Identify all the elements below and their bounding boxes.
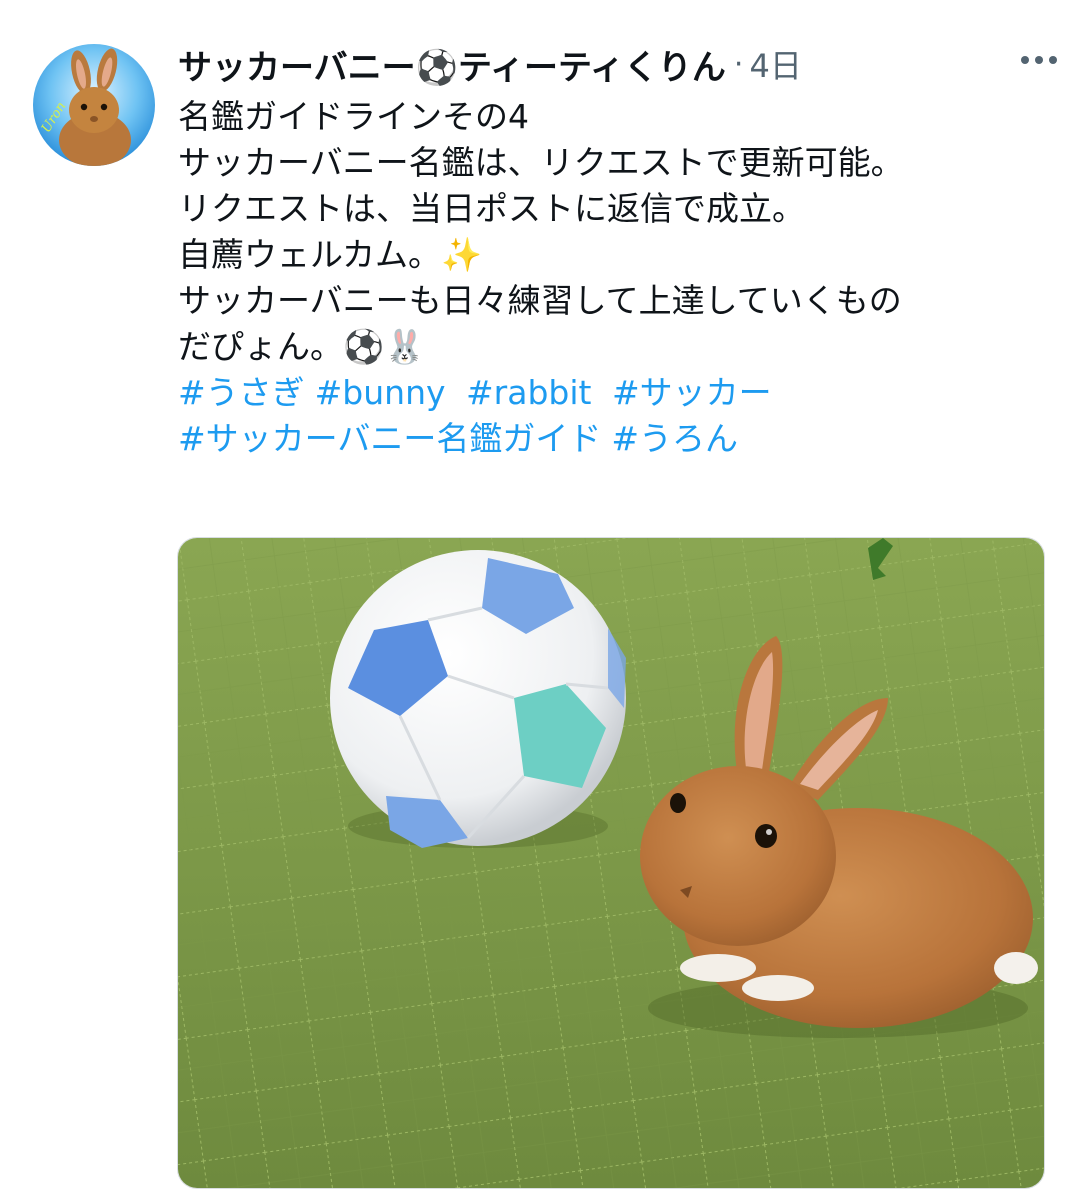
tweet-photo[interactable] xyxy=(177,537,1045,1189)
tweet-line: サッカーバニー名鑑は、リクエストで更新可能。 xyxy=(178,143,904,182)
avatar[interactable]: Uron xyxy=(33,44,155,166)
hashtag-link[interactable]: #bunny xyxy=(315,373,446,412)
tweet-header: サッカーバニー⚽ティーティくりん · 4日 xyxy=(178,38,1056,90)
tweet-line: だぴょん。⚽🐰 xyxy=(178,327,426,366)
author-name[interactable]: サッカーバニー⚽ティーティくりん xyxy=(178,40,726,89)
header-separator: · xyxy=(733,46,744,82)
hashtag-link[interactable]: #サッカーバニー名鑑ガイド xyxy=(178,419,601,458)
more-dot-icon xyxy=(1021,56,1029,64)
hashtag-link[interactable]: #サッカー xyxy=(601,373,772,412)
tweet-line: 自薦ウェルカム。✨ xyxy=(178,235,483,274)
rabbit-avatar-icon: Uron xyxy=(33,44,155,166)
hashtag-link[interactable]: #うさぎ xyxy=(178,373,305,412)
tweet-card[interactable]: Uron サッカーバニー⚽ティーティくりん · 4日 名鑑ガイドラインその4 サ… xyxy=(0,0,1076,1200)
tweet-text: 名鑑ガイドラインその4 サッカーバニー名鑑は、リクエストで更新可能。 リクエスト… xyxy=(178,94,1058,462)
more-dot-icon xyxy=(1049,56,1057,64)
tweet-line: リクエストは、当日ポストに返信で成立。 xyxy=(178,189,805,228)
hashtag-link[interactable]: #rabbit xyxy=(456,373,591,412)
hashtag-line: #サッカーバニー名鑑ガイド #うろん xyxy=(178,416,1058,462)
hashtag-link[interactable]: #うろん xyxy=(611,419,738,458)
tweet-line: 名鑑ガイドラインその4 xyxy=(178,97,529,136)
rabbit-with-soccer-ball-photo-icon xyxy=(178,538,1044,1188)
hashtag-line: #うさぎ #bunny #rabbit #サッカー xyxy=(178,370,1058,416)
more-dot-icon xyxy=(1035,56,1043,64)
tweet-line: サッカーバニーも日々練習して上達していくもの xyxy=(178,281,902,320)
more-options-button[interactable] xyxy=(1014,40,1064,80)
timestamp[interactable]: 4日 xyxy=(749,41,801,87)
